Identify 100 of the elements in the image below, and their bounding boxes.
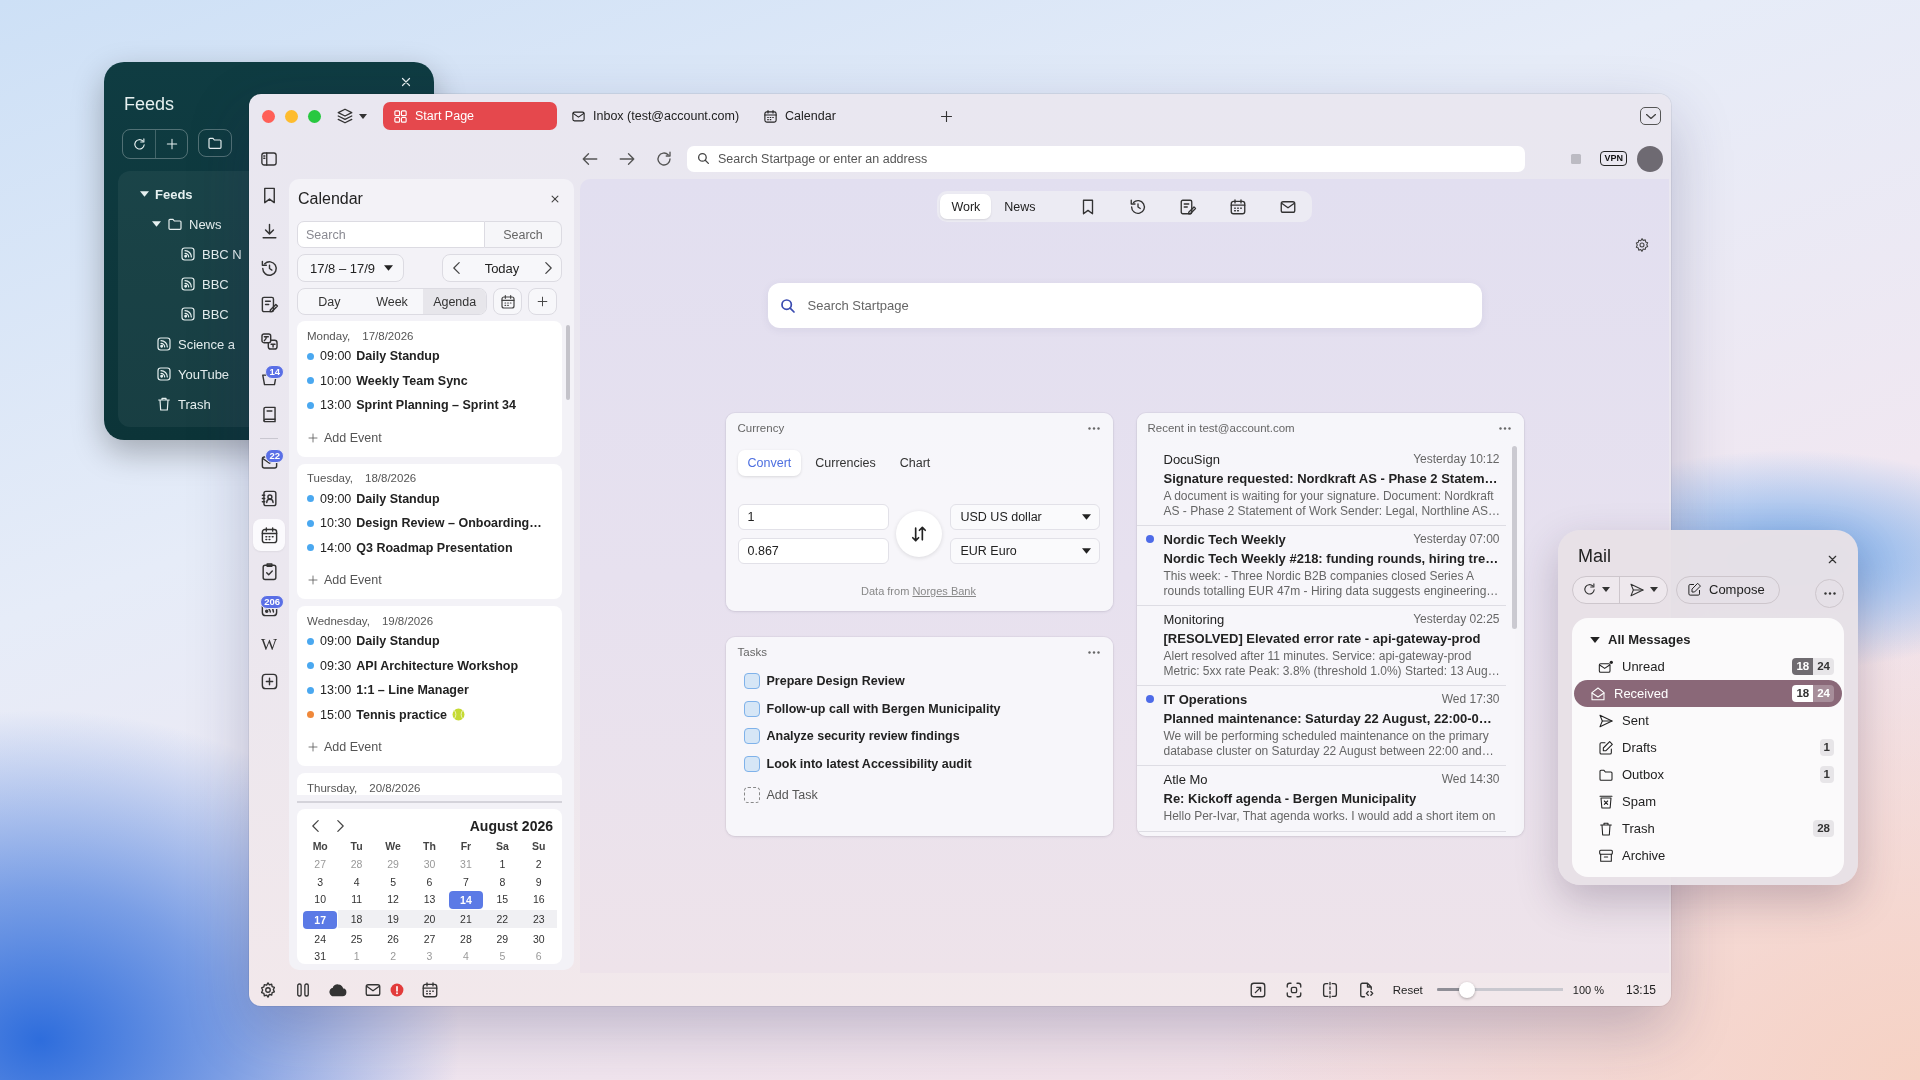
calendar-button[interactable]	[421, 980, 439, 999]
task-checkbox[interactable]	[743, 728, 760, 745]
previous-month-button[interactable]	[312, 820, 319, 832]
calendar-day[interactable]: 19	[374, 910, 412, 928]
calendar-day[interactable]: 28	[447, 929, 485, 948]
feeds-button[interactable]: 206	[253, 592, 285, 624]
calendar-day[interactable]: 10	[302, 890, 339, 909]
add-event-button[interactable]: Add Event	[307, 425, 382, 450]
calendar-day[interactable]: 13	[411, 890, 448, 909]
calendar-day[interactable]: 15	[484, 890, 521, 909]
add-button[interactable]	[528, 288, 557, 315]
calendar-button[interactable]	[253, 519, 285, 551]
new-folder-button[interactable]	[198, 129, 232, 157]
tree-item[interactable]: BBC	[180, 269, 229, 299]
event-item[interactable]: 13:00 1:1 – Line Manager	[307, 678, 469, 703]
tree-item[interactable]: Science a	[156, 329, 236, 359]
calendar-day[interactable]: 2	[520, 855, 557, 873]
currency-dropdown[interactable]: EUR Euro	[949, 538, 1100, 564]
view-tab[interactable]: Day	[298, 289, 361, 314]
event-item[interactable]: 09:00 Daily Standup	[307, 486, 440, 511]
search-bar[interactable]: Search Startpage	[767, 283, 1482, 328]
pause-button[interactable]	[294, 980, 312, 999]
search-field[interactable]: Search	[297, 221, 485, 248]
today-button[interactable]: Today	[469, 255, 535, 281]
search-input[interactable]: Search Startpage	[807, 295, 1466, 316]
tab-list-button[interactable]	[1640, 107, 1661, 125]
scrollbar-thumb[interactable]	[1512, 446, 1517, 629]
calendar-day[interactable]: 20	[411, 910, 448, 928]
event-item[interactable]: 09:30 API Architecture Workshop	[307, 653, 519, 678]
avatar[interactable]	[1637, 145, 1663, 172]
calendar-day[interactable]: 6	[411, 872, 448, 891]
calendar-day[interactable]: 1	[484, 855, 521, 873]
date-range-dropdown[interactable]: 17/8 – 17/9	[297, 254, 405, 282]
event-item[interactable]: 09:00 Daily Standup	[307, 629, 440, 654]
event-item[interactable]: 09:00 Daily Standup	[307, 344, 440, 369]
calendar-day[interactable]: 18	[338, 910, 375, 928]
next-month-button[interactable]	[337, 820, 344, 832]
folder-item[interactable]: Unread 18 24	[1582, 653, 1834, 680]
search-button[interactable]: Search	[485, 221, 562, 248]
calendar-day[interactable]: 16	[520, 890, 557, 909]
folder-item[interactable]: All Messages	[1582, 626, 1834, 653]
tab[interactable]: Start Page	[383, 102, 557, 130]
folder-item[interactable]: Archive	[1582, 842, 1834, 869]
add-task-button[interactable]: Add Task	[743, 780, 818, 809]
mail-button[interactable]: 22	[253, 446, 285, 478]
amount-field[interactable]: 1	[737, 504, 889, 530]
calendar-day[interactable]: 9	[520, 872, 557, 891]
widget-tab[interactable]: Currencies	[805, 450, 886, 476]
tree-item[interactable]: News	[152, 209, 222, 239]
close-button[interactable]	[550, 194, 560, 204]
fullscreen-button[interactable]	[1248, 980, 1267, 999]
tab[interactable]: Calendar	[753, 102, 928, 130]
sidebar-toggle-button[interactable]	[260, 149, 278, 168]
calendar-day[interactable]: 25	[338, 929, 375, 948]
event-item[interactable]: 15:00 Tennis practice	[307, 702, 466, 727]
close-button[interactable]	[1827, 554, 1838, 565]
settings-button[interactable]	[1634, 237, 1650, 253]
calendar-day[interactable]: 11	[338, 890, 375, 909]
event-item[interactable]: 10:30 Design Review – Onboarding…	[307, 511, 542, 536]
calendar-day[interactable]: 22	[484, 910, 521, 928]
sidebar-button[interactable]: 14	[253, 361, 285, 394]
calendar-day[interactable]: 26	[374, 929, 412, 948]
task-checkbox[interactable]	[743, 672, 760, 689]
calendar-day[interactable]: 27	[411, 929, 448, 948]
event-item[interactable]: 14:00 Q3 Roadmap Presentation	[307, 535, 513, 560]
scrollbar-thumb[interactable]	[566, 325, 570, 400]
tree-item[interactable]: Feeds	[140, 179, 193, 209]
add-event-button[interactable]: Add Event	[307, 568, 382, 592]
folder-item[interactable]: Received 18 24	[1574, 680, 1842, 707]
task-checkbox[interactable]	[743, 700, 760, 717]
slider-thumb[interactable]	[1458, 981, 1475, 998]
calendar-day[interactable]: 21	[447, 910, 485, 928]
event-item[interactable]: 13:00 Sprint Planning – Sprint 34	[307, 393, 517, 418]
calendar-button[interactable]	[493, 288, 522, 315]
widget-tab[interactable]: Convert	[737, 450, 802, 476]
widget-tab[interactable]: Chart	[889, 450, 941, 476]
folder-item[interactable]: Trash 28	[1582, 815, 1834, 842]
tree-item[interactable]: YouTube	[156, 359, 230, 389]
address-input[interactable]: Search Startpage or enter an address	[718, 149, 1515, 168]
currency-dropdown[interactable]: USD US dollar	[949, 504, 1100, 530]
web-panel-button[interactable]: W	[253, 628, 285, 661]
workspaces-button[interactable]	[336, 107, 367, 125]
calendar-day[interactable]: 23	[520, 910, 557, 928]
swap-button[interactable]	[896, 511, 942, 557]
calendar-day[interactable]: 31	[302, 947, 339, 966]
page-tab[interactable]: News	[993, 194, 1047, 219]
task-checkbox[interactable]	[743, 755, 760, 772]
tiling-button[interactable]	[1320, 980, 1339, 999]
view-tab[interactable]: Week	[360, 289, 424, 314]
folder-item[interactable]: Sent	[1582, 707, 1834, 734]
folder-item[interactable]: Outbox 1	[1582, 761, 1834, 788]
tree-item[interactable]: Trash	[156, 389, 211, 419]
view-tab[interactable]: Agenda	[423, 289, 486, 314]
vpn-button[interactable]: VPN	[1600, 151, 1627, 166]
add-event-button[interactable]: Add Event	[307, 735, 382, 759]
tree-item[interactable]: BBC	[180, 299, 229, 329]
calendar-day[interactable]: 5	[374, 872, 412, 891]
folder-item[interactable]: Drafts 1	[1582, 734, 1834, 761]
page-tab[interactable]: Work	[940, 194, 992, 219]
tab[interactable]: Inbox (test@account.com)	[561, 102, 750, 130]
